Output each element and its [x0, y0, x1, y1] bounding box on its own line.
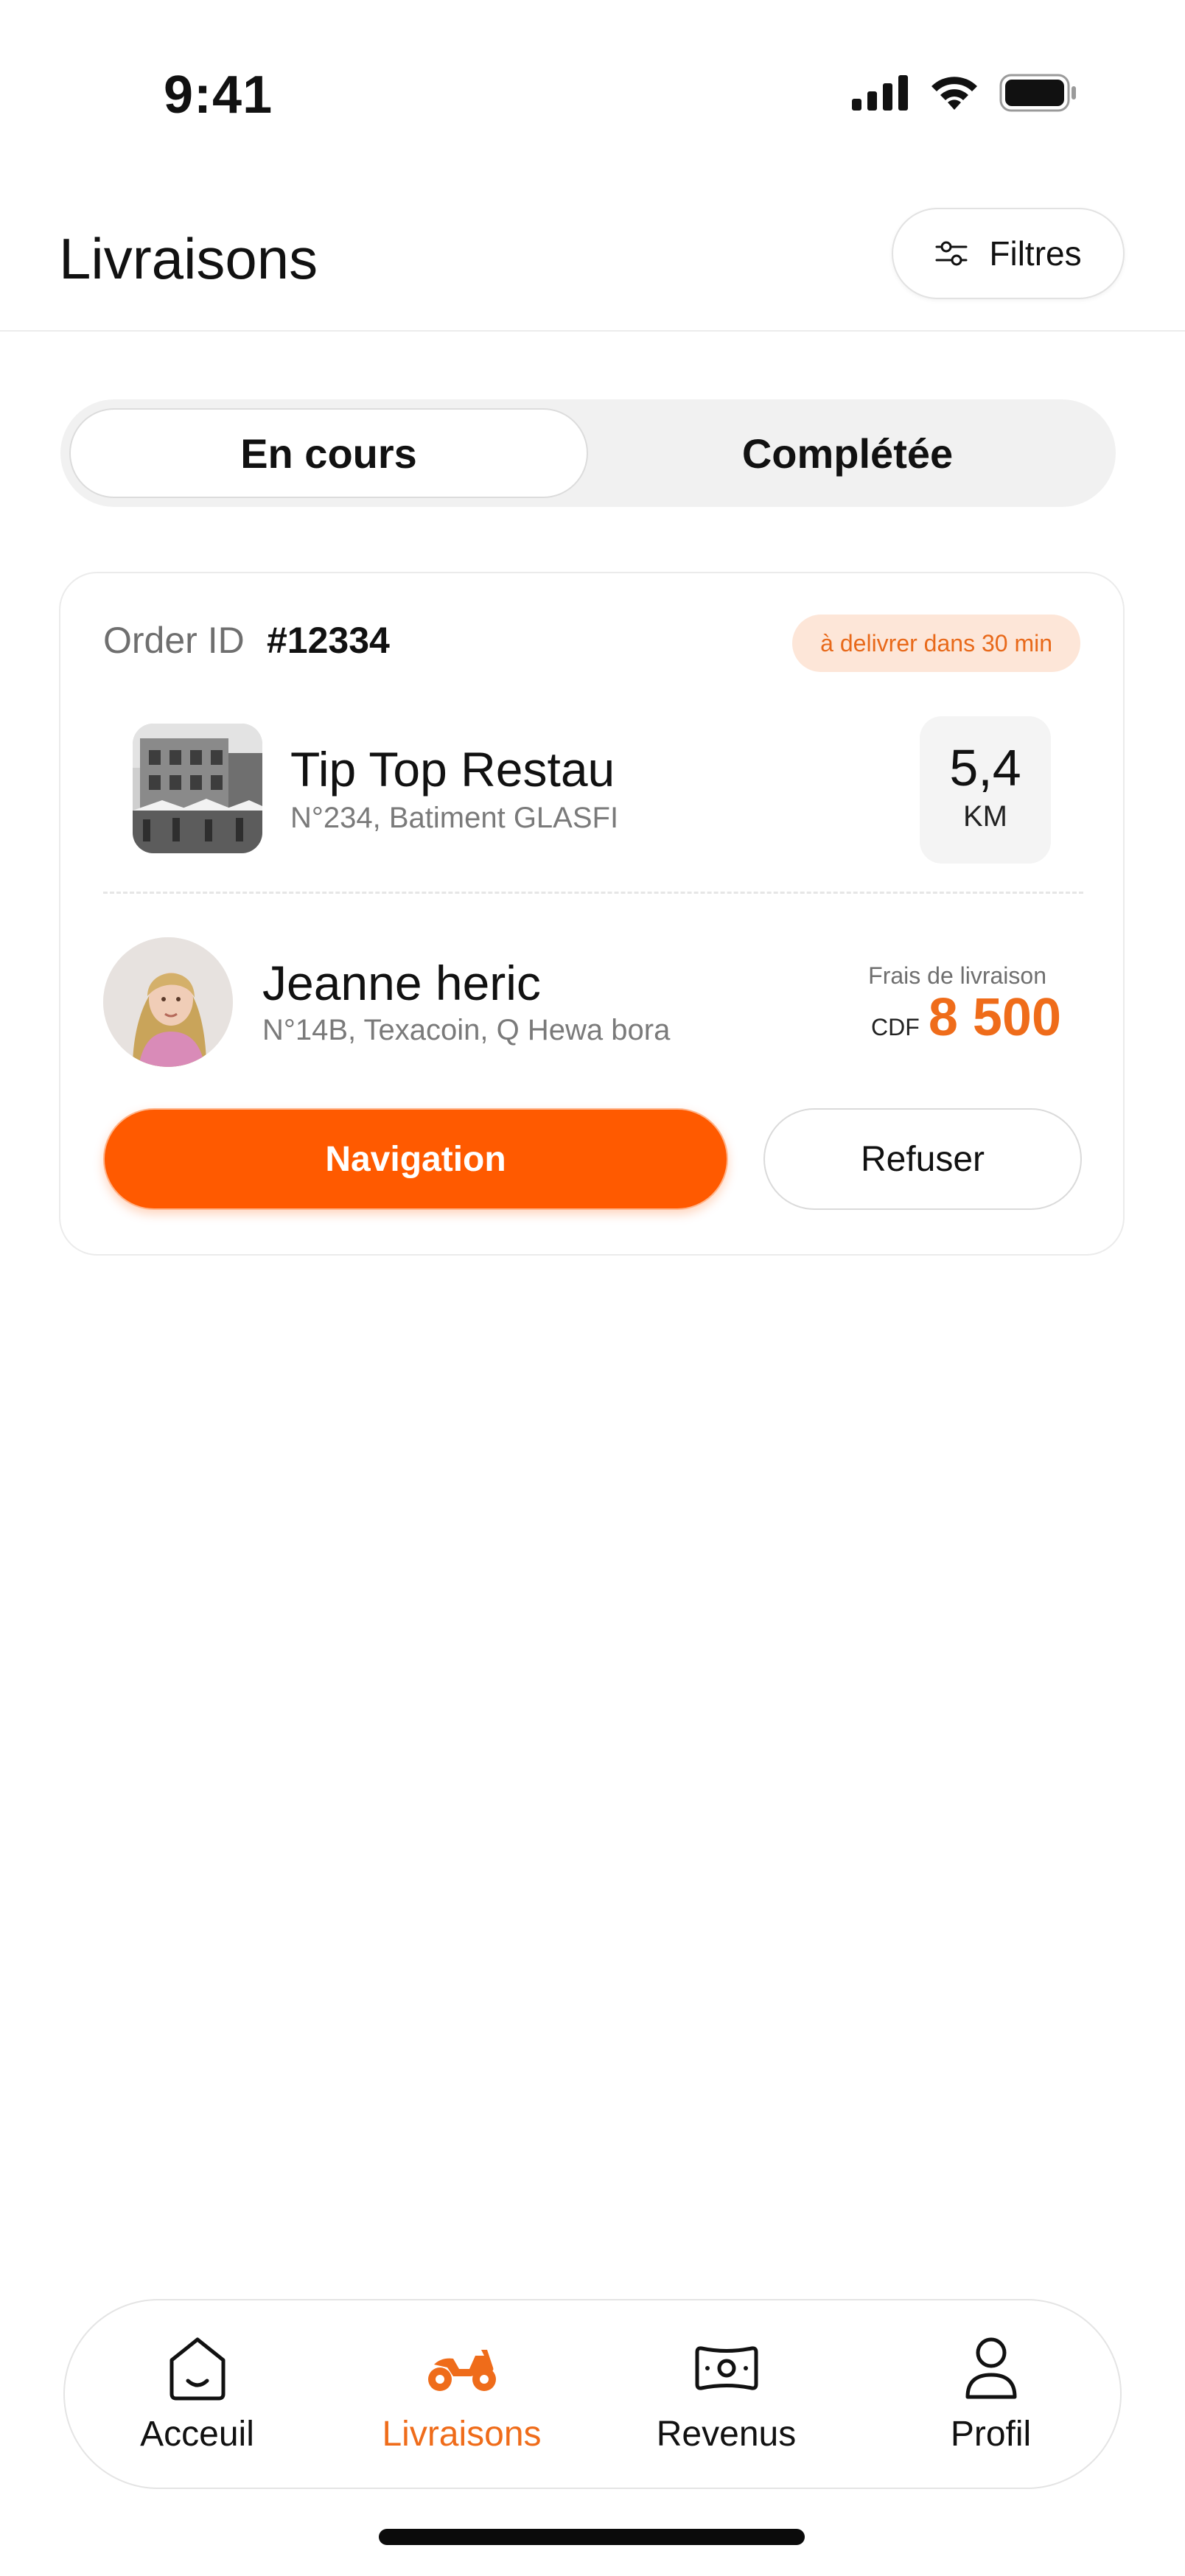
home-indicator	[379, 2529, 805, 2545]
nav-label-revenus: Revenus	[656, 2415, 797, 2454]
nav-item-profil[interactable]: Profil	[859, 2300, 1123, 2488]
divider	[103, 892, 1083, 894]
distance-box: 5,4 KM	[920, 716, 1051, 864]
cellular-signal-icon	[852, 75, 908, 111]
cash-icon	[695, 2346, 758, 2390]
screen: 9:41 Livraisons Filtres En cours Complét…	[0, 0, 1185, 2576]
status-time: 9:41	[164, 66, 273, 125]
status-bar: 9:41	[0, 0, 1185, 192]
home-icon	[169, 2337, 225, 2401]
page-title: Livraisons	[59, 226, 318, 291]
distance-unit: KM	[963, 800, 1007, 833]
order-id-label: Order ID	[103, 620, 245, 661]
eta-badge: à delivrer dans 30 min	[792, 615, 1080, 672]
nav-label-profil: Profil	[950, 2415, 1032, 2454]
nav-item-revenus[interactable]: Revenus	[594, 2300, 859, 2488]
delivery-fee-label: Frais de livraison	[868, 962, 1046, 989]
filter-button[interactable]: Filtres	[892, 208, 1125, 299]
navigation-button[interactable]: Navigation	[103, 1108, 728, 1210]
restaurant-name: Tip Top Restau	[290, 742, 615, 797]
bottom-nav: Acceuil Livraisons Revenus Profil	[63, 2299, 1122, 2489]
tab-en-cours[interactable]: En cours	[69, 408, 588, 498]
header: Livraisons Filtres	[0, 192, 1185, 332]
customer-name: Jeanne heric	[262, 956, 541, 1010]
motorbike-icon	[427, 2350, 496, 2391]
restaurant-address: N°234, Batiment GLASFI	[290, 802, 619, 834]
distance-value: 5,4	[949, 739, 1021, 797]
delivery-fee: CDF 8 500	[871, 987, 1061, 1048]
user-icon	[965, 2337, 1016, 2399]
order-card[interactable]: Order ID #12334 à delivrer dans 30 min T…	[59, 572, 1125, 1256]
status-icons	[852, 74, 1077, 112]
filter-label: Filtres	[989, 234, 1082, 273]
restaurant-image	[133, 724, 262, 853]
fee-currency: CDF	[871, 1014, 920, 1040]
customer-avatar	[103, 937, 233, 1067]
nav-label-acceuil: Acceuil	[140, 2415, 254, 2454]
tab-completee[interactable]: Complétée	[588, 408, 1107, 498]
order-id-value: #12334	[267, 620, 390, 661]
customer-address: N°14B, Texacoin, Q Hewa bora	[262, 1014, 671, 1046]
nav-item-acceuil[interactable]: Acceuil	[65, 2300, 329, 2488]
battery-icon	[999, 74, 1076, 112]
status-tabs: En cours Complétée	[60, 399, 1116, 507]
nav-item-livraisons[interactable]: Livraisons	[329, 2300, 594, 2488]
refuse-button[interactable]: Refuser	[763, 1108, 1082, 1210]
wifi-icon	[931, 77, 977, 110]
filter-sliders-icon	[935, 241, 968, 266]
fee-amount: 8 500	[928, 988, 1061, 1047]
nav-label-livraisons: Livraisons	[382, 2415, 542, 2454]
